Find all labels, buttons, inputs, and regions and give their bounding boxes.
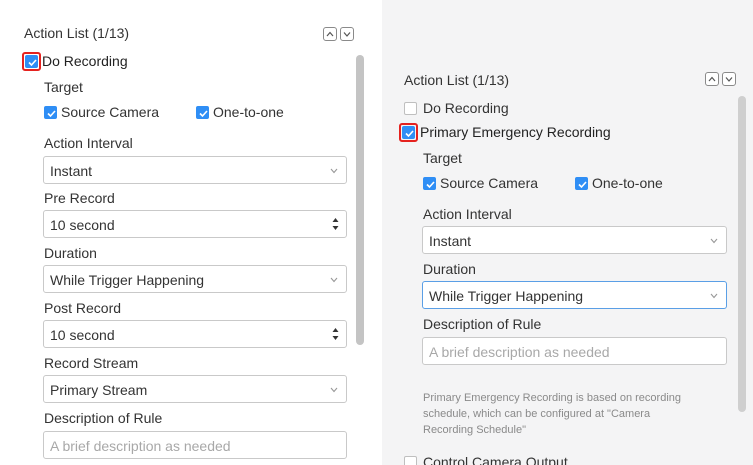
action-interval-select[interactable]: Instant bbox=[43, 156, 347, 184]
checkmark-icon bbox=[426, 181, 435, 189]
checkmark-icon bbox=[405, 130, 414, 138]
one-to-one-checkbox[interactable] bbox=[196, 106, 209, 119]
post-record-label: Post Record bbox=[44, 300, 122, 316]
action-interval-value: Instant bbox=[429, 233, 472, 249]
do-recording-label: Do Recording bbox=[423, 100, 509, 116]
chevron-up-icon bbox=[708, 76, 716, 82]
record-stream-value: Primary Stream bbox=[50, 382, 148, 398]
action-interval-label: Action Interval bbox=[44, 135, 133, 151]
control-camera-output-checkbox[interactable] bbox=[404, 456, 417, 465]
target-label: Target bbox=[423, 150, 462, 166]
chevron-down-icon bbox=[725, 77, 733, 82]
note-line: Recording Schedule" bbox=[423, 424, 526, 436]
description-placeholder: A brief description as needed bbox=[50, 438, 231, 454]
one-to-one-checkbox[interactable] bbox=[575, 177, 588, 190]
target-label: Target bbox=[44, 79, 83, 95]
chevron-up-icon bbox=[326, 31, 334, 37]
checkmark-icon bbox=[47, 110, 56, 118]
primary-emergency-recording-label: Primary Emergency Recording bbox=[420, 124, 611, 140]
move-up-button[interactable] bbox=[323, 27, 337, 41]
chevron-down-icon bbox=[330, 277, 338, 283]
duration-label: Duration bbox=[44, 245, 97, 261]
action-list-title: Action List (1/13) bbox=[24, 25, 130, 41]
source-camera-checkbox[interactable] bbox=[44, 106, 57, 119]
right-action-panel: Action List (1/13) Do Recording Primary … bbox=[382, 0, 753, 465]
description-input[interactable]: A brief description as needed bbox=[43, 431, 347, 459]
action-interval-value: Instant bbox=[50, 163, 93, 179]
duration-select[interactable]: While Trigger Happening bbox=[43, 265, 347, 293]
control-camera-output-label: Control Camera Output bbox=[423, 454, 568, 465]
duration-select[interactable]: While Trigger Happening bbox=[422, 281, 727, 309]
duration-label: Duration bbox=[423, 261, 476, 277]
chevron-down-icon bbox=[710, 293, 718, 299]
checkmark-icon bbox=[578, 181, 587, 189]
note-line: Primary Emergency Recording is based on … bbox=[423, 392, 682, 404]
checkmark-icon bbox=[199, 110, 208, 118]
do-recording-checkbox[interactable] bbox=[404, 102, 417, 115]
pre-record-stepper[interactable]: 10 second bbox=[43, 210, 347, 238]
primary-emergency-note: Primary Emergency Recording is based on … bbox=[423, 390, 681, 438]
action-interval-label: Action Interval bbox=[423, 206, 512, 222]
one-to-one-label: One-to-one bbox=[592, 175, 663, 191]
one-to-one-label: One-to-one bbox=[213, 104, 284, 120]
post-record-value: 10 second bbox=[50, 327, 115, 343]
spinner-arrows-icon[interactable] bbox=[332, 327, 339, 341]
description-input[interactable]: A brief description as needed bbox=[422, 337, 727, 365]
description-label: Description of Rule bbox=[423, 316, 542, 332]
description-placeholder: A brief description as needed bbox=[429, 344, 610, 360]
chevron-down-icon bbox=[343, 32, 351, 37]
move-down-button[interactable] bbox=[340, 27, 354, 41]
checkmark-icon bbox=[28, 59, 37, 67]
left-scrollbar[interactable] bbox=[356, 55, 364, 345]
description-label: Description of Rule bbox=[44, 410, 163, 426]
chevron-down-icon bbox=[330, 168, 338, 174]
source-camera-label: Source Camera bbox=[440, 175, 539, 191]
left-action-panel: Action List (1/13) Do Recording Target S… bbox=[0, 0, 380, 465]
do-recording-label: Do Recording bbox=[42, 53, 128, 69]
record-stream-label: Record Stream bbox=[44, 355, 139, 371]
primary-emergency-recording-checkbox[interactable] bbox=[402, 126, 415, 139]
pre-record-label: Pre Record bbox=[44, 190, 115, 206]
spinner-arrows-icon[interactable] bbox=[332, 217, 339, 231]
move-down-button[interactable] bbox=[722, 72, 736, 86]
post-record-stepper[interactable]: 10 second bbox=[43, 320, 347, 348]
chevron-down-icon bbox=[330, 387, 338, 393]
duration-value: While Trigger Happening bbox=[50, 272, 205, 288]
action-interval-select[interactable]: Instant bbox=[422, 226, 727, 254]
chevron-down-icon bbox=[710, 238, 718, 244]
right-scrollbar[interactable] bbox=[738, 96, 746, 412]
move-up-button[interactable] bbox=[705, 72, 719, 86]
duration-value: While Trigger Happening bbox=[429, 288, 584, 304]
note-line: schedule, which can be configured at "Ca… bbox=[423, 408, 651, 420]
source-camera-checkbox[interactable] bbox=[423, 177, 436, 190]
source-camera-label: Source Camera bbox=[61, 104, 160, 120]
action-list-title: Action List (1/13) bbox=[404, 72, 510, 88]
do-recording-checkbox[interactable] bbox=[25, 55, 38, 68]
pre-record-value: 10 second bbox=[50, 217, 115, 233]
record-stream-select[interactable]: Primary Stream bbox=[43, 375, 347, 403]
